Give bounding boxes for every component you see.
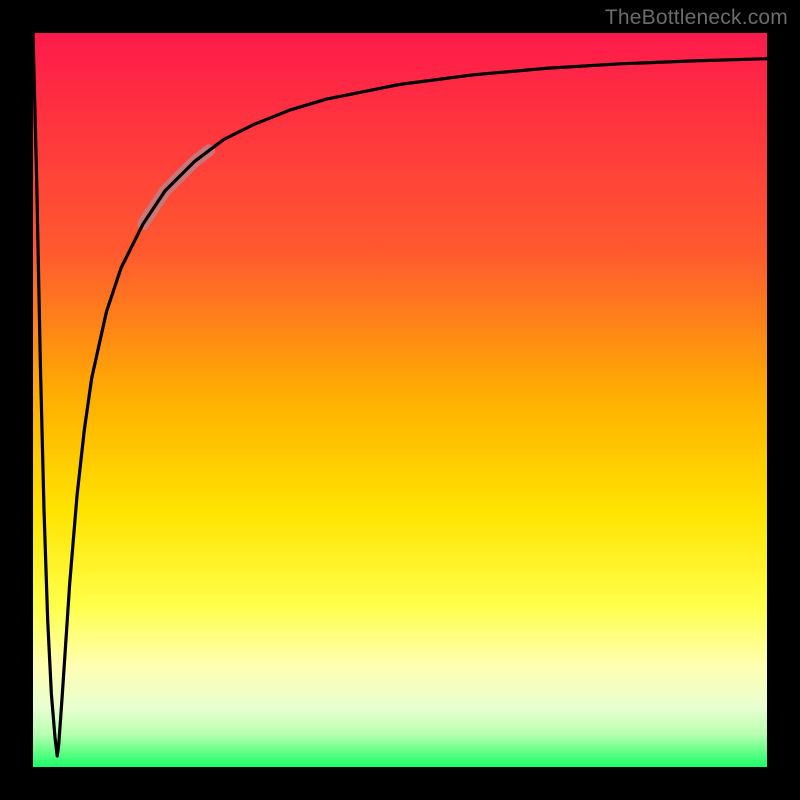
plot-area	[33, 33, 767, 767]
bottleneck-curve	[33, 33, 767, 756]
curve-layer	[33, 33, 767, 767]
watermark-text: TheBottleneck.com	[605, 6, 788, 30]
chart-frame: TheBottleneck.com	[0, 0, 800, 800]
highlight-segment	[143, 150, 209, 223]
